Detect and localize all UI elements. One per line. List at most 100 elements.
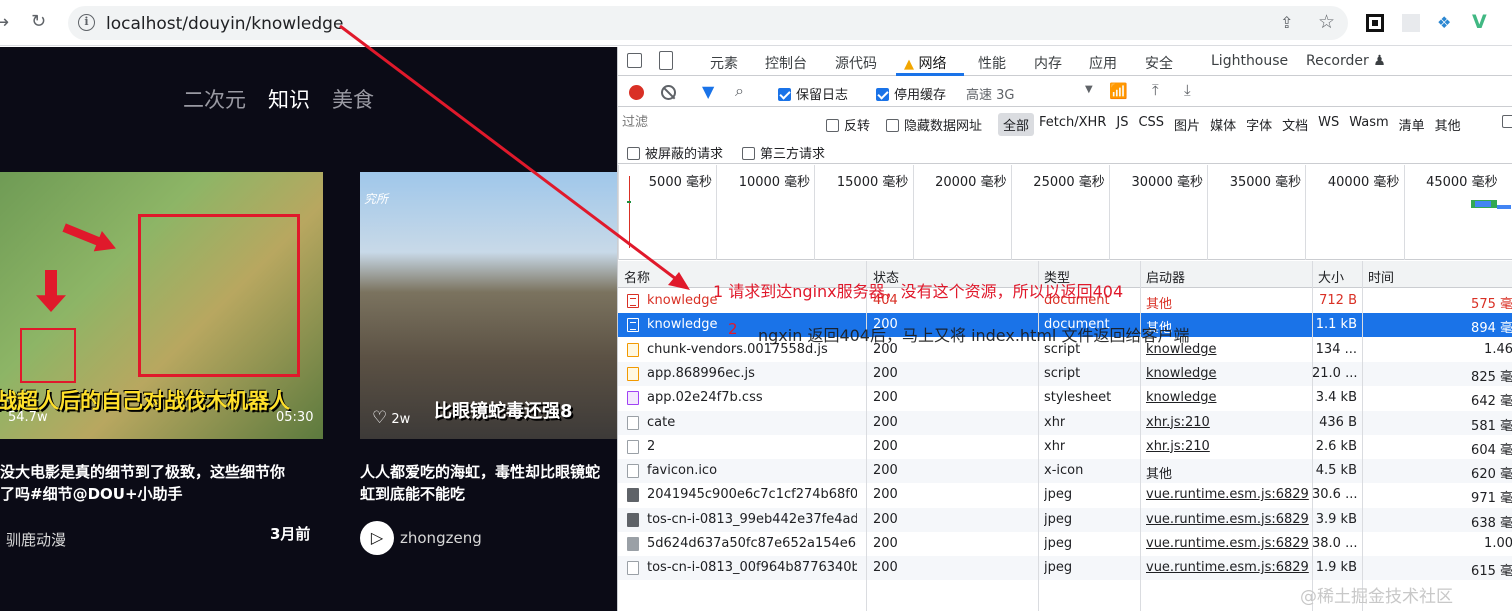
filter-bar: 反转 隐藏数据网址 全部 Fetch/XHR JS CSS 图片 媒体 字体 文…	[618, 108, 1512, 136]
back-arrow-icon[interactable]: →	[0, 12, 9, 33]
tab-sources[interactable]: 源代码	[835, 53, 877, 73]
table-row[interactable]: 2 200 xhr xhr.js:210 2.6 kB 604 毫	[618, 435, 1512, 459]
star-icon[interactable]: ☆	[1318, 11, 1335, 33]
disable-cache-checkbox[interactable]: 停用缓存	[876, 84, 946, 103]
type-filter-wasm[interactable]: Wasm	[1344, 113, 1393, 136]
request-type: stylesheet	[1044, 390, 1112, 406]
request-initiator[interactable]: vue.runtime.esm.js:6829	[1146, 512, 1310, 527]
author-name[interactable]: zhongzeng	[400, 529, 482, 547]
tab-anime[interactable]: 二次元	[183, 84, 246, 114]
import-har-icon[interactable]: ⤒	[1152, 81, 1159, 99]
filter-icon[interactable]: ▼	[702, 82, 714, 101]
video-thumbnail[interactable]: 究所 比眼镜蛇毒还强8 ♡ 2w	[360, 172, 617, 439]
column-name[interactable]: 名称	[624, 267, 650, 286]
type-filter-manifest[interactable]: 清单	[1394, 113, 1430, 136]
checkbox[interactable]	[627, 147, 640, 160]
checkbox-checked[interactable]	[876, 88, 889, 101]
checkbox[interactable]	[1502, 115, 1512, 128]
table-row[interactable]: app.868996ec.js 200 script knowledge 21.0 ..…	[618, 361, 1512, 386]
request-initiator[interactable]: xhr.js:210	[1146, 415, 1310, 430]
request-status: 200	[873, 560, 898, 576]
network-overview-timeline[interactable]: 5000 毫秒 10000 毫秒 15000 毫秒 20000 毫秒 25000 毫秒 3…	[618, 165, 1512, 260]
filter-input[interactable]	[622, 113, 810, 132]
request-initiator[interactable]: vue.runtime.esm.js:6829	[1146, 560, 1310, 575]
table-row[interactable]: tos-cn-i-0813_99eb442e37fe4ad... 200 jpeg v…	[618, 507, 1512, 532]
checkbox-checked[interactable]	[778, 88, 791, 101]
annotation-note: 1 请求到达nginx服务器，没有这个资源，所以以返回404	[713, 282, 1124, 301]
share-icon[interactable]: ⇪	[1280, 13, 1293, 32]
checkbox[interactable]	[826, 119, 839, 132]
timeline-tick-label: 10000 毫秒	[738, 175, 811, 190]
table-row[interactable]: tos-cn-i-0813_00f964b8776340b... 200 jpeg v…	[618, 556, 1512, 581]
type-filter-js[interactable]: JS	[1111, 113, 1133, 136]
author-name[interactable]: 驯鹿动漫	[6, 529, 66, 550]
export-har-icon[interactable]: ⤓	[1184, 81, 1191, 99]
search-icon[interactable]: ⌕	[735, 81, 744, 101]
tab-food[interactable]: 美食	[332, 84, 374, 114]
tab-elements[interactable]: 元素	[710, 53, 738, 73]
flask-icon: ♟	[1373, 53, 1386, 69]
device-toolbar-icon[interactable]	[659, 51, 673, 70]
tab-knowledge[interactable]: 知识	[268, 84, 310, 114]
request-initiator[interactable]: vue.runtime.esm.js:6829	[1146, 536, 1310, 551]
vue-devtools-icon[interactable]: V	[1472, 11, 1487, 33]
request-name: 2041945c900e6c7c1cf274b68f0b...	[647, 487, 857, 503]
request-initiator[interactable]: knowledge	[1146, 366, 1310, 381]
request-size: 4.5 kB	[1315, 463, 1357, 479]
column-time[interactable]: 时间	[1368, 267, 1394, 286]
tab-lighthouse[interactable]: Lighthouse	[1211, 53, 1288, 69]
reload-icon[interactable]: ↻	[31, 11, 46, 32]
throttle-select[interactable]: 高速 3G	[966, 84, 1014, 103]
checkbox[interactable]	[886, 119, 899, 132]
info-icon[interactable]: i	[78, 14, 95, 31]
request-initiator[interactable]: vue.runtime.esm.js:6829	[1146, 487, 1310, 502]
request-initiator[interactable]: xhr.js:210	[1146, 439, 1310, 454]
hide-data-urls-checkbox[interactable]: 隐藏数据网址	[886, 115, 982, 134]
tab-performance[interactable]: 性能	[978, 53, 1006, 73]
clear-icon[interactable]	[661, 85, 676, 100]
type-filter-font[interactable]: 字体	[1241, 113, 1277, 136]
tab-recorder[interactable]: Recorder ♟	[1306, 53, 1386, 69]
checkbox[interactable]	[742, 147, 755, 160]
tab-console[interactable]: 控制台	[765, 53, 807, 73]
type-filter-doc[interactable]: 文档	[1277, 113, 1313, 136]
url-text[interactable]: localhost/douyin/knowledge	[106, 14, 343, 34]
video-title[interactable]: 人人都爱吃的海虹，毒性却比眼镜蛇 虹到底能不能吃	[360, 461, 617, 505]
file-type-icon	[627, 318, 639, 333]
inspect-icon[interactable]	[627, 53, 642, 68]
table-row[interactable]: app.02e24f7b.css 200 stylesheet knowledge 3.…	[618, 386, 1512, 410]
avatar[interactable]: ▷	[360, 521, 394, 555]
column-size[interactable]: 大小	[1318, 267, 1344, 286]
record-icon[interactable]	[629, 85, 644, 100]
type-filter-fetch[interactable]: Fetch/XHR	[1034, 113, 1111, 136]
table-row[interactable]: 5d624d637a50fc87e652a154e68... 200 jpeg vue…	[618, 532, 1512, 556]
extension-icon[interactable]	[1366, 14, 1384, 32]
type-filter-css[interactable]: CSS	[1133, 113, 1169, 136]
extension-icon[interactable]: ❖	[1437, 13, 1451, 32]
caret-down-icon[interactable]: ▼	[1085, 84, 1093, 95]
extension-icon[interactable]	[1402, 14, 1420, 32]
blocked-requests-checkbox[interactable]: 被屏蔽的请求	[627, 143, 723, 162]
column-initiator[interactable]: 启动器	[1146, 267, 1185, 286]
video-title[interactable]: 没大电影是真的细节到了极致，这些细节你 了吗#细节@DOU+小助手	[0, 461, 317, 505]
table-row[interactable]: favicon.ico 200 x-icon 其他 4.5 kB 620 毫	[618, 459, 1512, 484]
tab-network[interactable]: ▲ 网络	[904, 53, 946, 73]
table-row[interactable]: cate 200 xhr xhr.js:210 436 B 581 毫	[618, 410, 1512, 435]
preserve-log-checkbox[interactable]: 保留日志	[778, 84, 848, 103]
address-bar[interactable]: i localhost/douyin/knowledge ⇪ ☆	[68, 6, 1348, 40]
network-conditions-icon[interactable]: 📶	[1109, 82, 1128, 100]
tab-memory[interactable]: 内存	[1034, 53, 1062, 73]
third-party-checkbox[interactable]: 第三方请求	[742, 143, 825, 162]
type-filter-other[interactable]: 其他	[1430, 113, 1466, 136]
type-filter-media[interactable]: 媒体	[1205, 113, 1241, 136]
type-filter-img[interactable]: 图片	[1169, 113, 1205, 136]
tab-application[interactable]: 应用	[1089, 53, 1117, 73]
request-initiator[interactable]: knowledge	[1146, 390, 1310, 405]
type-filter-ws[interactable]: WS	[1313, 113, 1344, 136]
active-tab-indicator	[896, 73, 964, 76]
invert-checkbox[interactable]: 反转	[826, 115, 870, 134]
tab-security[interactable]: 安全	[1145, 53, 1173, 73]
table-row[interactable]: 2041945c900e6c7c1cf274b68f0b... 200 jpeg vu…	[618, 483, 1512, 507]
video-thumbnail[interactable]: 战超人后的自己对战伐木机器人 54.7w 05:30	[0, 172, 323, 439]
type-filter-all[interactable]: 全部	[998, 113, 1035, 136]
